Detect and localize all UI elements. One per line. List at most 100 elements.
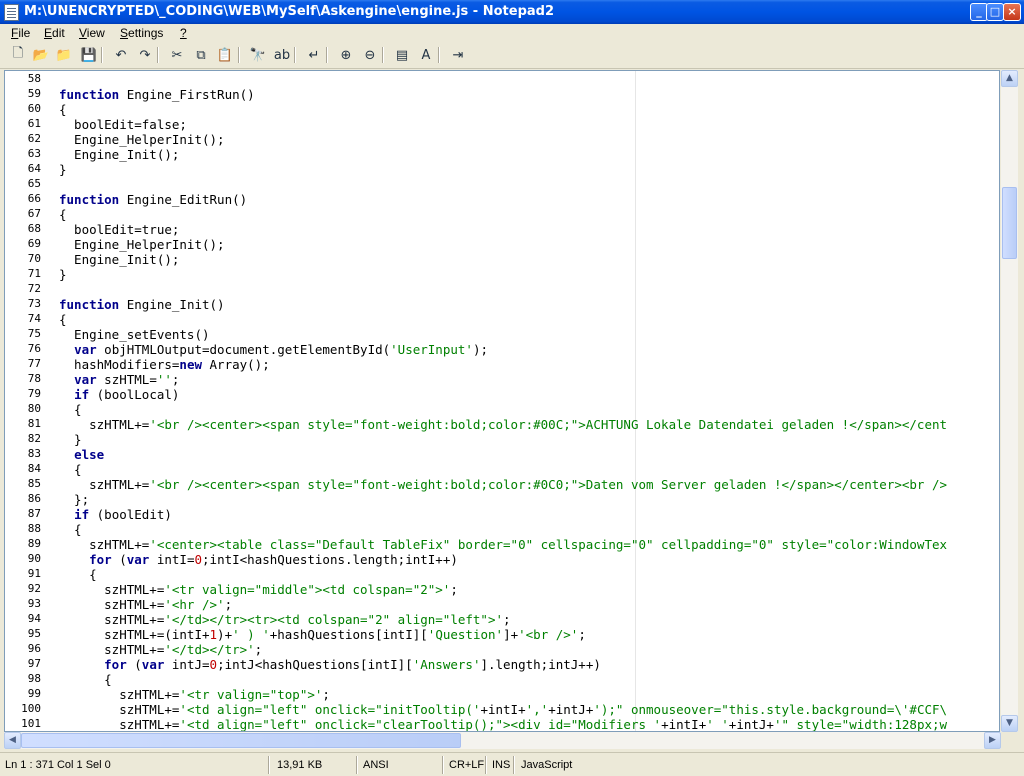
code-line[interactable]: 83 else xyxy=(5,447,999,462)
horizontal-scroll-thumb[interactable] xyxy=(21,733,461,748)
code-text: boolEdit=true; xyxy=(59,222,180,237)
code-line[interactable]: 89 szHTML+='<center><table class="Defaul… xyxy=(5,537,999,552)
scheme-icon[interactable]: ▤ xyxy=(392,45,412,65)
code-text: } xyxy=(59,432,82,447)
code-line[interactable]: 91 { xyxy=(5,567,999,582)
code-line[interactable]: 81 szHTML+='<br /><center><span style="f… xyxy=(5,417,999,432)
code-editor[interactable]: 58 59 function Engine_FirstRun() 60 {61 bool… xyxy=(4,70,1000,732)
code-line[interactable]: 71} xyxy=(5,267,999,282)
code-line[interactable]: 77 hashModifiers=new Array(); xyxy=(5,357,999,372)
vertical-scroll-thumb[interactable] xyxy=(1002,187,1017,260)
paste-icon[interactable]: 📋 xyxy=(215,45,235,65)
line-number: 98 xyxy=(27,672,41,685)
code-line[interactable]: 101 szHTML+='<td align="left" onclick="c… xyxy=(5,717,999,731)
code-line[interactable]: 95 szHTML+=(intI+1)+' ) '+hashQuestions[… xyxy=(5,627,999,642)
code-line[interactable]: 100 szHTML+='<td align="left" onclick="i… xyxy=(5,702,999,717)
code-line[interactable]: 63 Engine_Init(); xyxy=(5,147,999,162)
status-line-endings[interactable]: CR+LF xyxy=(449,757,484,773)
code-line[interactable]: 88 { xyxy=(5,522,999,537)
menu-label: ettings xyxy=(128,26,164,40)
code-line[interactable]: 92 szHTML+='<tr valign="middle"><td cols… xyxy=(5,582,999,597)
code-line[interactable]: 73 function Engine_Init() xyxy=(5,297,999,312)
code-line[interactable]: 96 szHTML+='</td></tr>'; xyxy=(5,642,999,657)
line-number: 58 xyxy=(27,72,41,85)
exit-icon[interactable]: ⇥ xyxy=(448,45,468,65)
scroll-up-icon[interactable]: ▲ xyxy=(1001,70,1018,87)
code-line[interactable]: 79 if (boolLocal) xyxy=(5,387,999,402)
code-line[interactable]: 90 for (var intI=0;intI<hashQuestions.le… xyxy=(5,552,999,567)
toolbar-separator xyxy=(157,47,159,63)
find-icon[interactable]: 🔭 xyxy=(248,45,268,65)
line-number: 85 xyxy=(27,477,41,490)
code-line[interactable]: 62 Engine_HelperInit(); xyxy=(5,132,999,147)
zoom-in-icon[interactable]: ⊕ xyxy=(336,45,356,65)
code-line[interactable]: 82 } xyxy=(5,432,999,447)
notepad-app-icon[interactable] xyxy=(4,4,19,21)
code-line[interactable]: 97 for (var intJ=0;intJ<hashQuestions[in… xyxy=(5,657,999,672)
line-number: 78 xyxy=(27,372,41,385)
browse-icon[interactable]: 📁 xyxy=(54,45,74,65)
save-icon[interactable]: 💾 xyxy=(79,45,99,65)
status-divider xyxy=(513,756,515,774)
customize-scheme-icon[interactable]: A xyxy=(416,45,436,65)
status-encoding[interactable]: ANSI xyxy=(363,757,389,773)
code-line[interactable]: 68 boolEdit=true; xyxy=(5,222,999,237)
code-line[interactable]: 85 szHTML+='<br /><center><span style="f… xyxy=(5,477,999,492)
code-line[interactable]: 80 { xyxy=(5,402,999,417)
code-line[interactable]: 59 function Engine_FirstRun() xyxy=(5,87,999,102)
status-position: Ln 1 : 371 Col 1 Sel 0 xyxy=(5,759,111,771)
status-scheme[interactable]: JavaScript xyxy=(521,757,572,773)
word-wrap-icon[interactable]: ↵ xyxy=(304,45,324,65)
line-number: 94 xyxy=(27,612,41,625)
open-file-icon[interactable]: 📂 xyxy=(31,45,51,65)
scroll-right-icon[interactable]: ▶ xyxy=(984,732,1001,749)
scroll-left-icon[interactable]: ◀ xyxy=(4,732,21,749)
code-line[interactable]: 99 szHTML+='<tr valign="top">'; xyxy=(5,687,999,702)
code-line[interactable]: 65 xyxy=(5,177,999,192)
scroll-down-icon[interactable]: ▼ xyxy=(1001,715,1018,732)
code-line[interactable]: 67 { xyxy=(5,207,999,222)
close-button[interactable]: × xyxy=(1003,3,1021,21)
code-line[interactable]: 70 Engine_Init(); xyxy=(5,252,999,267)
code-line[interactable]: 78 var szHTML=''; xyxy=(5,372,999,387)
line-number: 69 xyxy=(27,237,41,250)
code-line[interactable]: 87 if (boolEdit) xyxy=(5,507,999,522)
new-file-icon[interactable]: 🗋 xyxy=(8,45,28,65)
code-line[interactable]: 64} xyxy=(5,162,999,177)
code-line[interactable]: 76 var objHTMLOutput=document.getElement… xyxy=(5,342,999,357)
code-line[interactable]: 61 boolEdit=false; xyxy=(5,117,999,132)
code-line[interactable]: 69 Engine_HelperInit(); xyxy=(5,237,999,252)
code-line[interactable]: 72 xyxy=(5,282,999,297)
code-text: { xyxy=(59,462,82,477)
status-divider xyxy=(268,756,270,774)
code-line[interactable]: 98 { xyxy=(5,672,999,687)
menu-item[interactable]: Settings xyxy=(120,25,163,41)
menu-item[interactable]: View xyxy=(79,25,105,41)
code-text: { xyxy=(59,402,82,417)
code-line[interactable]: 74 { xyxy=(5,312,999,327)
cut-icon[interactable]: ✂ xyxy=(167,45,187,65)
title-bar[interactable]: M:\UNENCRYPTED\_CODING\WEB\MySelf\Askeng… xyxy=(0,0,1024,24)
maximize-button[interactable]: □ xyxy=(986,3,1004,21)
code-line[interactable]: 86 }; xyxy=(5,492,999,507)
toolbar-separator xyxy=(238,47,240,63)
redo-icon[interactable]: ↷ xyxy=(135,45,155,65)
horizontal-scrollbar[interactable]: ◀ ▶ xyxy=(4,732,1001,749)
menu-item[interactable]: File xyxy=(11,25,30,41)
line-number: 70 xyxy=(27,252,41,265)
zoom-out-icon[interactable]: ⊖ xyxy=(360,45,380,65)
code-line[interactable]: 94 szHTML+='</td></tr><tr><td colspan="2… xyxy=(5,612,999,627)
vertical-scrollbar[interactable]: ▲ ▼ xyxy=(1001,70,1018,732)
code-line[interactable]: 66 function Engine_EditRun() xyxy=(5,192,999,207)
code-text: szHTML+='</td></tr><tr><td colspan="2" a… xyxy=(59,612,511,627)
code-line[interactable]: 93 szHTML+='<hr />'; xyxy=(5,597,999,612)
code-line[interactable]: 60 { xyxy=(5,102,999,117)
copy-icon[interactable]: ⧉ xyxy=(191,45,211,65)
code-line[interactable]: 58 xyxy=(5,72,999,87)
menu-item[interactable]: Edit xyxy=(44,25,65,41)
code-line[interactable]: 75 Engine_setEvents() xyxy=(5,327,999,342)
menu-item[interactable]: ? xyxy=(180,25,187,41)
undo-icon[interactable]: ↶ xyxy=(111,45,131,65)
replace-icon[interactable]: ab xyxy=(272,45,292,65)
code-line[interactable]: 84 { xyxy=(5,462,999,477)
